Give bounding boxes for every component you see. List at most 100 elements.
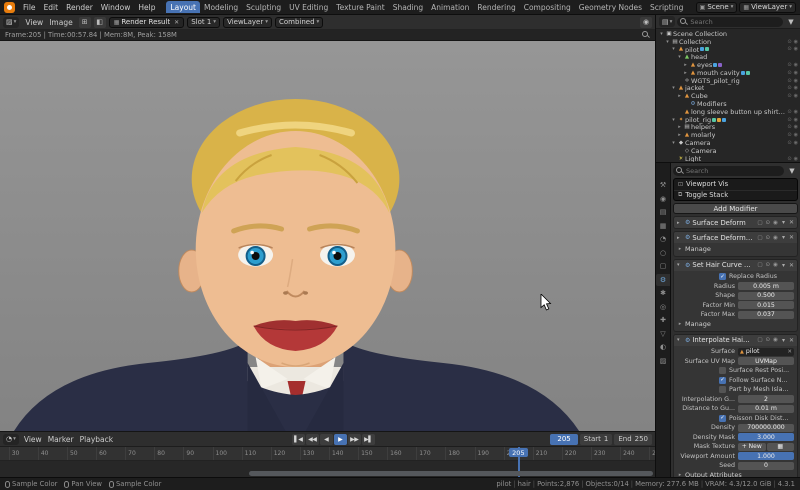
- new-texture-button[interactable]: + New: [738, 443, 766, 451]
- image-datablock-selector[interactable]: ▦ Render Result ✕: [109, 17, 184, 28]
- tab-output-properties-icon[interactable]: ▤: [656, 206, 670, 218]
- outliner-item-eyes[interactable]: ▸▲eyes⊙◉: [656, 61, 800, 69]
- zoom-icon[interactable]: [642, 31, 650, 39]
- jump-to-start-button[interactable]: ▌◀: [292, 434, 305, 445]
- outliner-item-molarly[interactable]: ▸▲molarly⊙◉: [656, 131, 800, 139]
- modifier-header[interactable]: ▸ ⚙ Surface Deform.001 ▢ ⊙ ◉ ▾ ✕: [674, 232, 797, 243]
- extras-menu-icon[interactable]: ▾: [782, 234, 785, 241]
- expand-caret-icon[interactable]: ▾: [658, 31, 665, 37]
- field-density[interactable]: 700000.000: [738, 424, 794, 432]
- frame-end-field[interactable]: End 250: [614, 434, 652, 445]
- play-reverse-button[interactable]: ◀: [320, 434, 333, 445]
- timeline-scrollbar[interactable]: [0, 471, 655, 476]
- field-radius[interactable]: 0.005 m: [738, 282, 794, 290]
- expand-caret-icon[interactable]: ▾: [670, 140, 677, 146]
- modifier-header[interactable]: ▾ ⚙ Interpolate Hai... ▢ ⊙ ◉ ▾ ✕: [674, 335, 797, 346]
- field-viewport-amount[interactable]: 1.000: [738, 452, 794, 460]
- disable-render-icon[interactable]: ◉: [794, 62, 798, 68]
- tab-scene-properties-icon[interactable]: ◔: [656, 233, 670, 245]
- workspace-tab-rendering[interactable]: Rendering: [473, 1, 519, 13]
- disable-render-icon[interactable]: ◉: [794, 46, 798, 52]
- hide-viewport-icon[interactable]: ⊙: [787, 46, 791, 52]
- realtime-toggle-icon[interactable]: ⊙: [766, 235, 771, 241]
- tab-tool-properties-icon[interactable]: ⚒: [656, 179, 670, 191]
- outliner-item-camera[interactable]: ▾◆Camera⊙◉: [656, 139, 800, 147]
- workspace-tab-geometry-nodes[interactable]: Geometry Nodes: [575, 1, 646, 13]
- timeline-editor-type-dropdown[interactable]: ◔ ▾: [3, 434, 19, 445]
- unlink-icon[interactable]: ✕: [787, 349, 792, 355]
- blender-logo-icon[interactable]: [4, 2, 15, 13]
- slot-selector[interactable]: Slot 1 ▾: [187, 17, 220, 28]
- field-surface-uv-map[interactable]: UVMap: [738, 357, 794, 365]
- add-modifier-button[interactable]: Add Modifier: [673, 203, 798, 214]
- edit-mode-toggle-icon[interactable]: ▢: [757, 262, 762, 268]
- next-keyframe-button[interactable]: ▶▶: [348, 434, 361, 445]
- workspace-tab-layout[interactable]: Layout: [166, 1, 200, 13]
- workspace-tab-animation[interactable]: Animation: [427, 1, 473, 13]
- tab-view-layer-properties-icon[interactable]: ▦: [656, 220, 670, 232]
- outliner-item-modifiers[interactable]: ⚙Modifiers: [656, 100, 800, 108]
- menu-render[interactable]: Render: [62, 2, 97, 13]
- outliner-item-light[interactable]: ☀Light⊙◉: [656, 155, 800, 162]
- filter-icon[interactable]: ▼: [786, 165, 798, 176]
- hide-viewport-icon[interactable]: ⊙: [787, 78, 791, 84]
- disable-render-icon[interactable]: ◉: [794, 109, 798, 115]
- field-factor-max[interactable]: 0.037: [738, 311, 794, 319]
- outliner-item-scene-collection[interactable]: ▾▣Scene Collection: [656, 30, 800, 38]
- field-density-mask[interactable]: 3.000: [738, 433, 794, 441]
- field-shape[interactable]: 0.500: [738, 292, 794, 300]
- menu-edit[interactable]: Edit: [40, 2, 63, 13]
- tab-texture-properties-icon[interactable]: ▨: [656, 355, 670, 367]
- filter-icon[interactable]: ▼: [785, 16, 797, 27]
- edit-mode-toggle-icon[interactable]: ▢: [757, 220, 762, 226]
- menu-help[interactable]: Help: [134, 2, 159, 13]
- hide-viewport-icon[interactable]: ⊙: [787, 140, 791, 146]
- play-button[interactable]: ▶: [334, 434, 347, 445]
- realtime-toggle-icon[interactable]: ⊙: [766, 220, 771, 226]
- timeline-menu-playback[interactable]: Playback: [77, 435, 116, 444]
- checkbox-poisson-disk-dist[interactable]: ✓: [719, 415, 726, 422]
- workspace-tab-scripting[interactable]: Scripting: [646, 1, 687, 13]
- close-icon[interactable]: ✕: [789, 262, 794, 269]
- realtime-toggle-icon[interactable]: ⊙: [766, 337, 771, 343]
- close-icon[interactable]: ✕: [789, 234, 794, 241]
- extras-menu-icon[interactable]: ▾: [782, 337, 785, 344]
- disable-render-icon[interactable]: ◉: [794, 39, 798, 45]
- hide-viewport-icon[interactable]: ⊙: [787, 93, 791, 99]
- timeline-menu-view[interactable]: View: [21, 435, 45, 444]
- current-frame-field[interactable]: 205: [550, 434, 577, 445]
- tab-particles-properties-icon[interactable]: ✱: [656, 287, 670, 299]
- timeline-menu-marker[interactable]: Marker: [45, 435, 77, 444]
- disable-render-icon[interactable]: ◉: [794, 117, 798, 123]
- disable-render-icon[interactable]: ◉: [794, 124, 798, 130]
- render-toggle-icon[interactable]: ◉: [773, 262, 778, 268]
- hide-viewport-icon[interactable]: ⊙: [787, 85, 791, 91]
- expand-caret-icon[interactable]: ▾: [670, 117, 677, 123]
- collapse-caret-icon[interactable]: ▾: [677, 337, 683, 343]
- properties-search-input[interactable]: [686, 167, 781, 175]
- render-toggle-icon[interactable]: ◉: [773, 220, 778, 226]
- tab-constraints-properties-icon[interactable]: ✚: [656, 314, 670, 326]
- prev-keyframe-button[interactable]: ◀◀: [306, 434, 319, 445]
- hide-viewport-icon[interactable]: ⊙: [787, 62, 791, 68]
- collapse-caret-icon[interactable]: ▾: [677, 262, 683, 268]
- disable-render-icon[interactable]: ◉: [794, 156, 798, 162]
- properties-search[interactable]: [673, 166, 784, 176]
- field-surface[interactable]: ▲pilot✕: [738, 348, 794, 356]
- subpanel-manage[interactable]: ▸Manage: [677, 245, 794, 254]
- realtime-toggle-icon[interactable]: ⊙: [766, 262, 771, 268]
- disable-render-icon[interactable]: ◉: [794, 70, 798, 76]
- expand-caret-icon[interactable]: ▸: [682, 70, 689, 76]
- tab-modifiers-properties-icon[interactable]: ⚙: [656, 274, 670, 286]
- outliner-item-pilot[interactable]: ▾▲pilot⊙◉: [656, 46, 800, 54]
- pass-selector[interactable]: Combined ▾: [275, 17, 323, 28]
- close-icon[interactable]: ✕: [789, 337, 794, 344]
- outliner-item-long-sleeve-button-up-shirt-ston[interactable]: ▲long sleeve button up shirt ston...⊙◉: [656, 108, 800, 116]
- field-interpolation-g[interactable]: 2: [738, 395, 794, 403]
- expand-caret-icon[interactable]: ▾: [670, 46, 677, 52]
- field-distance-to-gu[interactable]: 0.01 m: [738, 405, 794, 413]
- workspace-tab-texture-paint[interactable]: Texture Paint: [332, 1, 388, 13]
- outliner-item-head[interactable]: ▾▲head: [656, 53, 800, 61]
- menu-view[interactable]: View: [22, 17, 46, 28]
- sidebar-toggle-icon[interactable]: ◧: [94, 17, 106, 28]
